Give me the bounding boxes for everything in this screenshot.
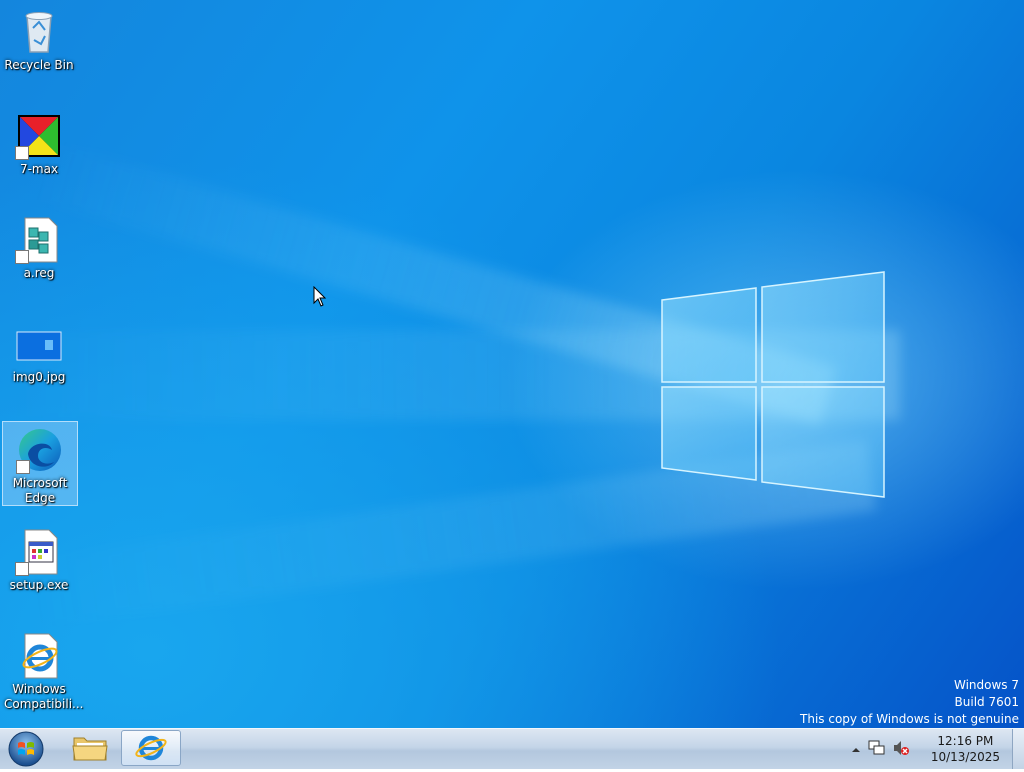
show-desktop-button[interactable]	[1012, 729, 1024, 769]
shortcut-arrow-icon	[15, 250, 29, 264]
taskbar-file-explorer-button[interactable]	[62, 730, 118, 766]
volume-muted-icon[interactable]	[892, 739, 910, 761]
start-orb-icon	[8, 731, 44, 767]
desktop-icon-microsoft-edge[interactable]: Microsoft Edge	[2, 421, 78, 506]
taskbar-internet-explorer-button[interactable]	[121, 730, 181, 766]
setup-exe-icon	[15, 528, 63, 576]
desktop[interactable]: Recycle Bin 7-max a.reg img0.jpg Microso…	[0, 0, 1024, 728]
clock-time: 12:16 PM	[937, 734, 994, 748]
registry-file-icon	[15, 216, 63, 264]
desktop-icon-setup-exe[interactable]: setup.exe	[2, 524, 76, 593]
edge-icon	[16, 426, 64, 474]
shortcut-arrow-icon	[15, 146, 29, 160]
watermark-genuine-notice: This copy of Windows is not genuine	[800, 712, 1019, 726]
desktop-icon-img0-jpg[interactable]: img0.jpg	[2, 316, 76, 385]
start-button[interactable]	[6, 730, 46, 768]
desktop-icon-label: Recycle Bin	[4, 58, 74, 72]
image-file-icon	[15, 320, 63, 368]
taskbar: 12:16 PM 10/13/2025	[0, 728, 1024, 769]
watermark-os: Windows 7	[953, 678, 1019, 692]
desktop-icon-7-max[interactable]: 7-max	[2, 108, 76, 177]
show-hidden-icons-icon[interactable]	[850, 741, 862, 760]
windows-build-watermark: Windows 7 Build 7601 This copy of Window…	[800, 677, 1019, 728]
folder-icon	[72, 737, 108, 761]
desktop-icon-label: setup.exe	[9, 578, 69, 592]
desktop-icon-a-reg[interactable]: a.reg	[2, 212, 76, 281]
network-icon[interactable]	[868, 739, 886, 761]
desktop-icon-label: Windows Compatibili...	[4, 682, 84, 711]
shortcut-arrow-icon	[15, 562, 29, 576]
desktop-icon-label: a.reg	[23, 266, 55, 280]
desktop-icon-label: img0.jpg	[12, 370, 66, 384]
shortcut-arrow-icon	[16, 460, 30, 474]
desktop-icon-recycle-bin[interactable]: Recycle Bin	[2, 4, 76, 73]
clock[interactable]: 12:16 PM 10/13/2025	[931, 733, 1000, 765]
internet-explorer-icon	[15, 632, 63, 680]
recycle-bin-icon	[15, 8, 63, 56]
clock-date: 10/13/2025	[930, 750, 1000, 764]
desktop-icon-windows-compatibility[interactable]: Windows Compatibili...	[2, 628, 84, 712]
watermark-build: Build 7601	[954, 695, 1019, 709]
system-tray: 12:16 PM 10/13/2025	[850, 729, 1010, 769]
desktop-icon-label: 7-max	[19, 162, 59, 176]
desktop-icon-label: Microsoft Edge	[12, 476, 68, 505]
windows-logo-wallpaper	[661, 271, 885, 498]
internet-explorer-icon	[135, 735, 167, 761]
mouse-cursor-icon	[313, 286, 327, 307]
7-max-icon	[15, 112, 63, 160]
